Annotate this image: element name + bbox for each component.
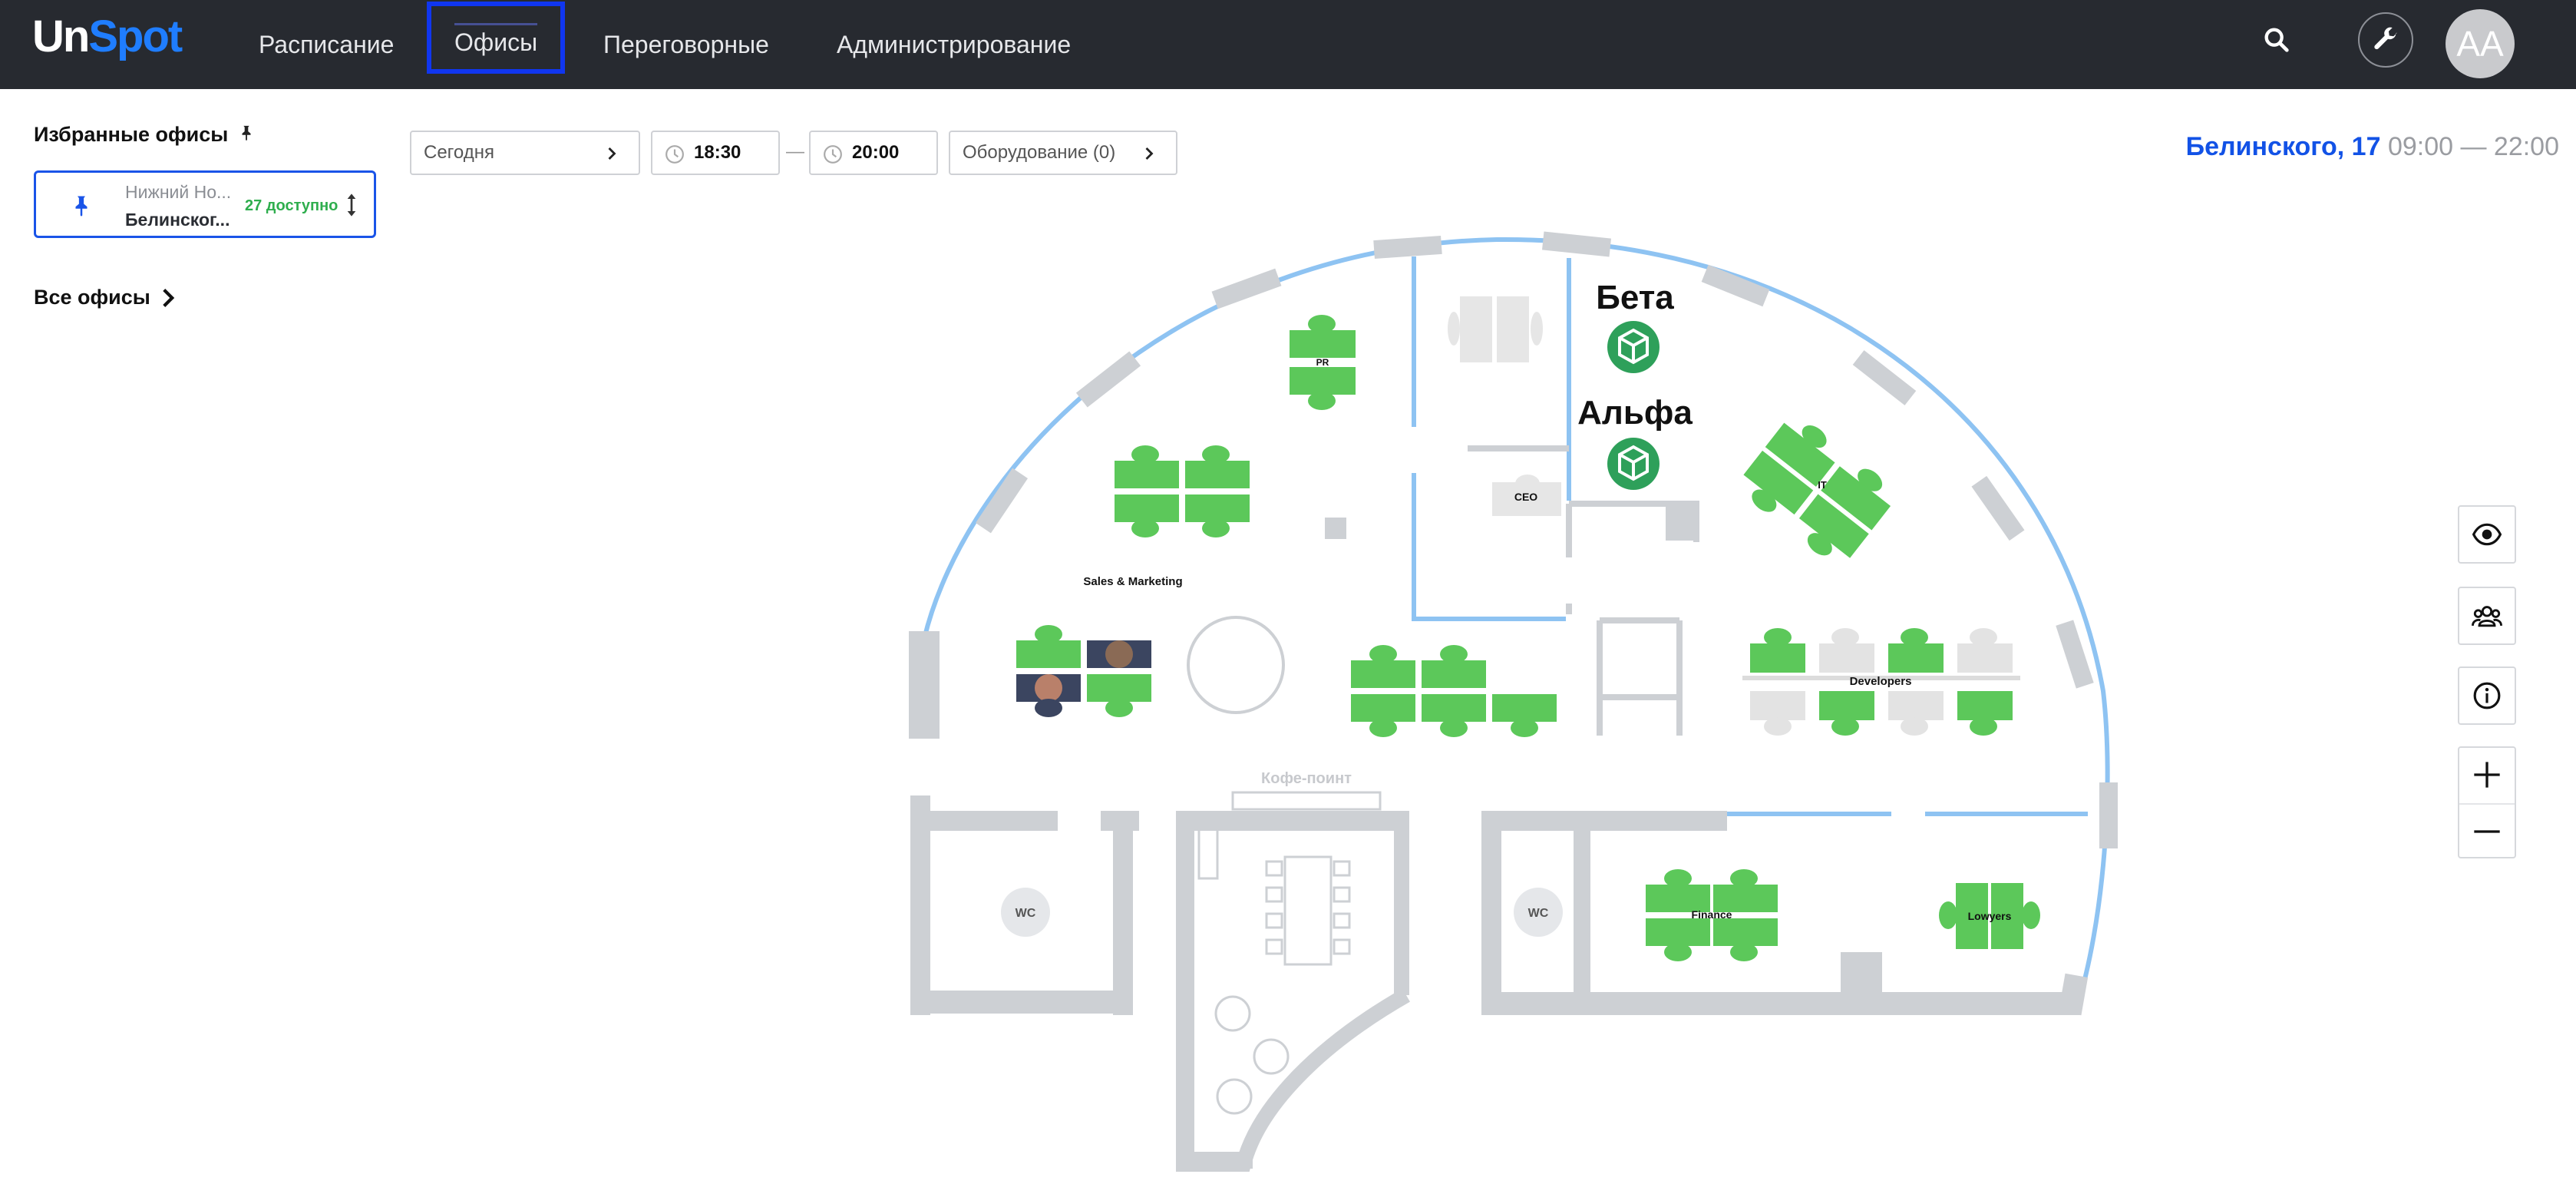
coffee-table <box>1214 855 1351 1115</box>
center-desks[interactable] <box>1351 645 1557 737</box>
column <box>1666 502 1693 541</box>
coffee-counter <box>1231 791 1382 811</box>
sales-desks-top[interactable] <box>1115 445 1250 537</box>
room-alpha-label: Альфа <box>1577 394 1693 432</box>
floor-plan: Кофе-поинт WC WC PR CEO Бета Альфа IT Sa… <box>909 231 2118 1172</box>
lower-wall <box>1176 1152 1253 1169</box>
lower-walls <box>910 795 2080 1164</box>
room-alpha-marker[interactable] <box>1607 438 1660 490</box>
lawyers-label: Lowyers <box>1968 910 2012 922</box>
finance-label: Finance <box>1692 908 1732 921</box>
sales-label: Sales & Marketing <box>1083 575 1182 588</box>
room-beta-label: Бета <box>1596 279 1674 316</box>
pr-label: PR <box>1316 357 1329 368</box>
column <box>1325 518 1346 539</box>
it-label: IT <box>1818 479 1827 491</box>
round-table <box>1187 616 1285 714</box>
it-desks[interactable] <box>1733 409 1901 571</box>
wc-label: WC <box>1016 907 1036 920</box>
coffee-point-label: Кофе-поинт <box>1261 770 1352 787</box>
room-beta-marker[interactable] <box>1607 321 1660 373</box>
ceo-area <box>1448 296 1561 516</box>
ceo-label: CEO <box>1514 491 1537 503</box>
coffee-shelf <box>1197 828 1219 880</box>
developers-label: Developers <box>1850 675 1912 688</box>
sales-desks-bottom[interactable] <box>1016 625 1151 717</box>
curved-wall <box>1176 988 1410 1172</box>
wc-label: WC <box>1528 907 1549 920</box>
